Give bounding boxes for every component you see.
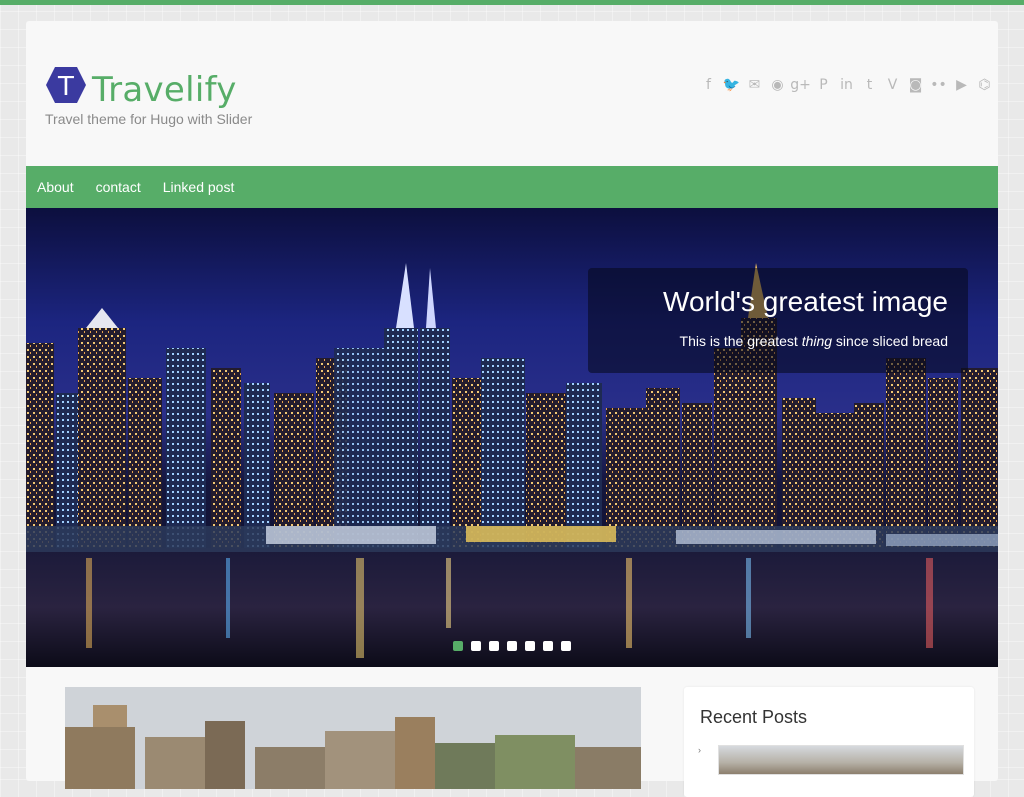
nav-item-contact[interactable]: contact (96, 179, 141, 195)
logo-icon[interactable]: T (45, 66, 87, 104)
slider-dot-7[interactable] (561, 641, 571, 651)
site-header: T Travelify Travel theme for Hugo with S… (26, 21, 998, 166)
twitter-icon[interactable]: 🐦 (720, 76, 743, 94)
social-icons: f 🐦 ✉ ◉ g+ P in t V ◙ •• ▶ ⌬ (697, 76, 996, 94)
rss-icon[interactable]: ◉ (766, 76, 789, 94)
instagram-icon[interactable]: ◙ (904, 76, 927, 94)
vimeo-icon[interactable]: V (881, 76, 904, 94)
youtube-icon[interactable]: ▶ (950, 76, 973, 94)
tumblr-icon[interactable]: t (858, 76, 881, 94)
sidebar-widget: Recent Posts › (684, 687, 974, 797)
slider-dot-4[interactable] (507, 641, 517, 651)
caption-emphasis: thing (801, 333, 833, 349)
site-tagline: Travel theme for Hugo with Slider (45, 111, 253, 127)
top-accent-bar (0, 0, 1024, 5)
site-title[interactable]: Travelify (92, 69, 237, 111)
nav-item-about[interactable]: About (37, 179, 74, 195)
slider-dot-1[interactable] (453, 641, 463, 651)
linkedin-icon[interactable]: in (835, 76, 858, 94)
post-thumbnail-art (65, 687, 641, 789)
post-featured-image[interactable] (65, 687, 641, 789)
nav-item-linked-post[interactable]: Linked post (163, 179, 235, 195)
slide-caption: World's greatest image This is the great… (588, 268, 968, 373)
main-nav: About contact Linked post (26, 166, 998, 208)
slider-dot-3[interactable] (489, 641, 499, 651)
github-icon[interactable]: ⌬ (973, 76, 996, 94)
pinterest-icon[interactable]: P (812, 76, 835, 94)
email-icon[interactable]: ✉ (743, 76, 766, 94)
recent-post-item[interactable]: › (698, 745, 966, 775)
slider-pager (453, 641, 579, 651)
slider-dot-5[interactable] (525, 641, 535, 651)
slider-dot-2[interactable] (471, 641, 481, 651)
google-plus-icon[interactable]: g+ (789, 76, 812, 94)
page-container: T Travelify Travel theme for Hugo with S… (26, 21, 998, 797)
hero-slider[interactable]: World's greatest image This is the great… (26, 208, 998, 667)
slide-caption-text: This is the greatest thing since sliced … (679, 333, 948, 349)
flickr-icon[interactable]: •• (927, 76, 950, 94)
widget-title-recent-posts: Recent Posts (700, 707, 808, 727)
slider-dot-6[interactable] (543, 641, 553, 651)
list-bullet-icon: › (698, 745, 701, 755)
logo-letter: T (57, 72, 74, 102)
slide-caption-title: World's greatest image (663, 286, 948, 317)
facebook-icon[interactable]: f (697, 76, 720, 94)
recent-post-thumbnail[interactable] (718, 745, 964, 775)
